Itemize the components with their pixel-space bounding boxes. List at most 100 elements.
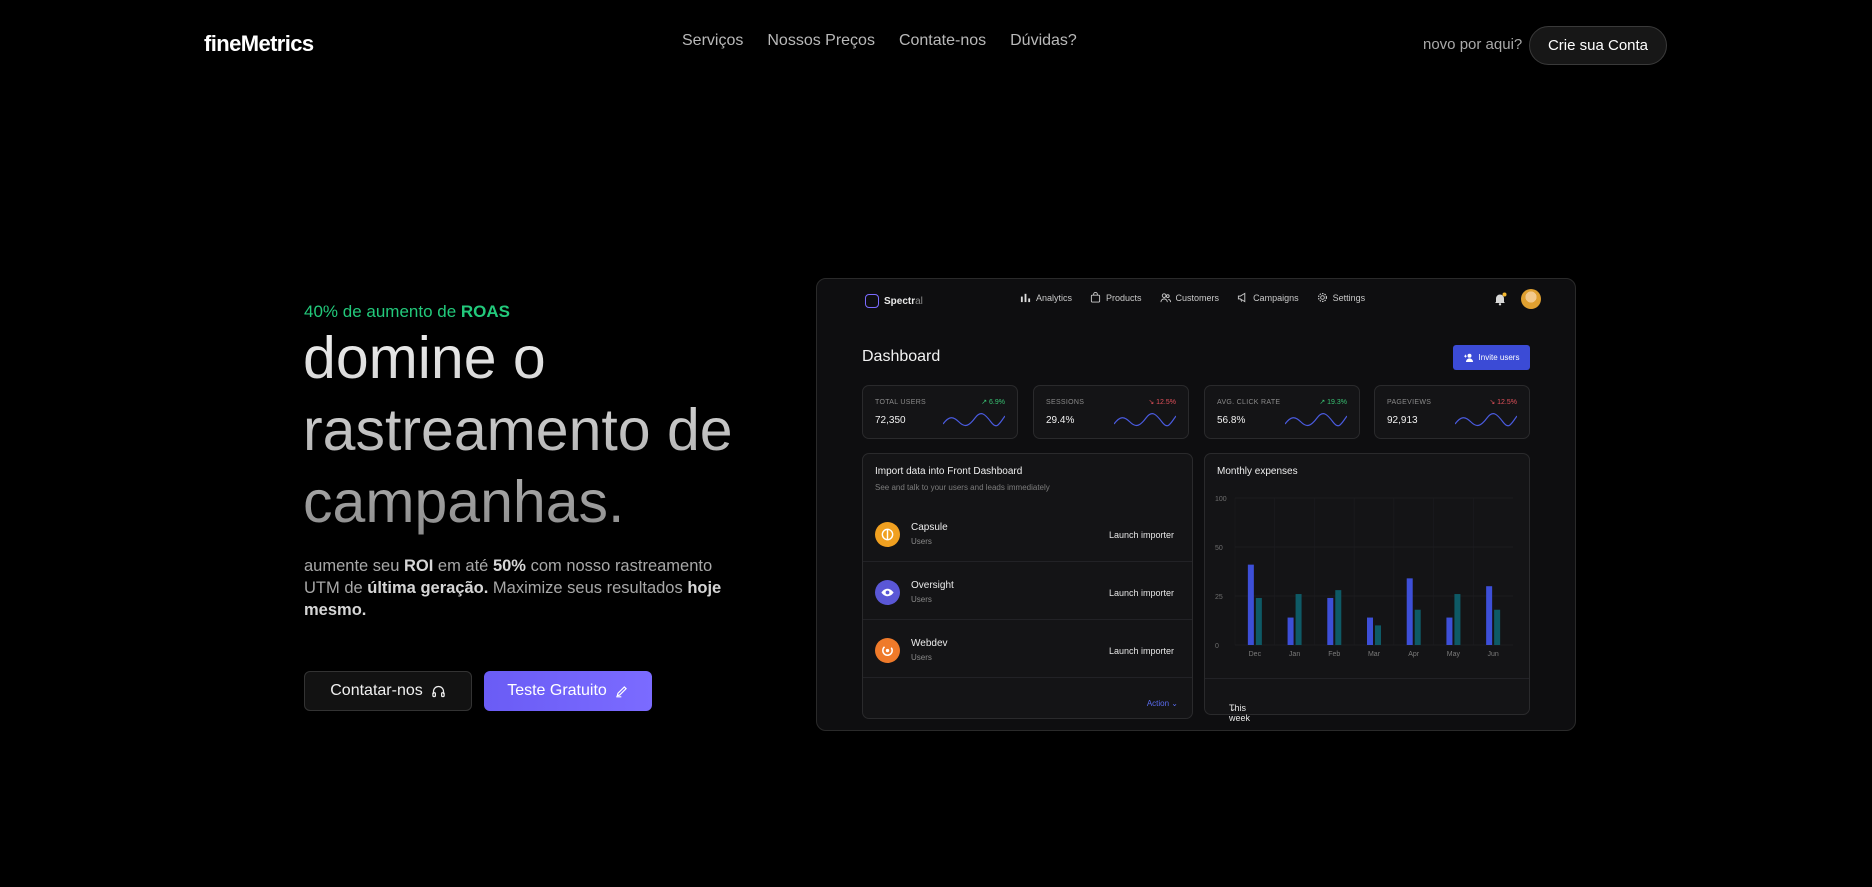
y-tick-label: 100: [1215, 496, 1227, 503]
eye-icon: [875, 580, 900, 605]
list-item: Capsule Users Launch importer: [863, 504, 1192, 562]
stat-change-value: 6.9%: [989, 399, 1005, 406]
avatar[interactable]: [1521, 289, 1541, 309]
dash-tab-label: Customers: [1175, 292, 1220, 303]
action-label: Action: [1146, 699, 1170, 708]
expenses-panel: Monthly expenses 0 25 50 100 Dec Jan Feb Mar Apr…: [1204, 453, 1530, 723]
item-name: Webdev: [911, 638, 948, 649]
stat-label: AVG. CLICK RATE: [1217, 399, 1281, 406]
launch-importer-button[interactable]: Launch importer: [1109, 530, 1174, 540]
gear-icon: [1317, 292, 1327, 303]
x-tick-label: Mar: [1368, 651, 1381, 658]
stat-value: 92,913: [1387, 415, 1418, 426]
dashboard-preview: Spectr al Analytics Products Customers Ca…: [816, 278, 1576, 731]
sub-text: em até: [433, 557, 493, 575]
action-dropdown[interactable]: Action ⌄: [1147, 699, 1178, 708]
invite-users-label: Invite users: [1478, 353, 1520, 362]
nav-link-servicos[interactable]: Serviços: [682, 32, 743, 50]
bar: [1295, 594, 1302, 645]
brand-mark-icon: [865, 294, 879, 308]
pencil-icon: [615, 686, 627, 698]
import-panel: Import data into Front Dashboard See and…: [862, 453, 1193, 719]
bar: [1406, 578, 1413, 645]
trend-up-icon: ↗: [981, 399, 990, 406]
brand-text: Spectr: [884, 295, 916, 307]
nav-link-duvidas[interactable]: Dúvidas?: [1010, 32, 1077, 50]
bar: [1446, 617, 1453, 645]
sparkline: [1114, 413, 1176, 427]
stat-change: ↗ 19.3%: [1319, 398, 1347, 406]
item-name: Capsule: [911, 522, 948, 533]
bar: [1375, 625, 1381, 645]
bell-icon[interactable]: [1493, 292, 1507, 306]
dashboard-title: Dashboard: [862, 348, 941, 365]
bar: [1454, 594, 1461, 645]
y-tick-label: 25: [1215, 594, 1223, 601]
trend-up-icon: ↗: [1319, 399, 1328, 406]
x-tick-label: May: [1447, 651, 1461, 658]
nav-link-contato[interactable]: Contate-nos: [899, 32, 986, 50]
stat-card-sessions: SESSIONS 29.4% ↘ 12.5%: [1033, 385, 1189, 439]
expenses-chart: 0 25 50 100 Dec Jan Feb Mar Apr May Jun: [1215, 496, 1513, 658]
sub-text: Maximize seus resultados: [488, 579, 688, 597]
stat-value: 29.4%: [1046, 415, 1075, 426]
bar: [1367, 617, 1373, 645]
dashboard-brand: Spectr al: [865, 294, 923, 308]
users-icon: [1160, 293, 1171, 303]
bar: [1255, 597, 1262, 645]
dash-tab-customers[interactable]: Customers: [1160, 292, 1220, 303]
item-name: Oversight: [911, 580, 954, 591]
launch-importer-button[interactable]: Launch importer: [1109, 646, 1174, 656]
dash-tab-label: Campaigns: [1253, 292, 1299, 303]
stat-change-value: 12.5%: [1156, 399, 1176, 406]
dash-tab-label: Analytics: [1036, 292, 1073, 303]
nav-links: Serviços Nossos Preços Contate-nos Dúvid…: [682, 32, 1077, 50]
free-trial-button[interactable]: Teste Gratuito: [484, 671, 652, 711]
bar: [1335, 590, 1342, 645]
stat-card-click-rate: AVG. CLICK RATE 56.8% ↗ 19.3%: [1204, 385, 1360, 439]
y-tick-label: 50: [1215, 545, 1223, 552]
logo[interactable]: fineMetrics: [204, 31, 314, 57]
headphones-icon: [432, 685, 445, 697]
launch-importer-button[interactable]: Launch importer: [1109, 588, 1174, 598]
x-tick-label: Dec: [1249, 651, 1262, 658]
x-tick-label: Feb: [1328, 651, 1340, 658]
dash-tab-products[interactable]: Products: [1090, 292, 1142, 303]
dash-tab-campaigns[interactable]: Campaigns: [1237, 292, 1299, 303]
expenses-title: Monthly expenses: [1217, 466, 1298, 477]
dashboard-nav: Analytics Products Customers Campaigns S…: [1020, 292, 1365, 303]
trend-down-icon: ↘: [1489, 399, 1498, 406]
bar: [1414, 609, 1421, 645]
chevron-down-icon: ⌄: [1171, 699, 1178, 708]
contact-button[interactable]: Contatar-nos: [304, 671, 472, 711]
trend-down-icon: ↘: [1148, 399, 1157, 406]
stat-card-total-users: TOTAL USERS 72,350 ↗ 6.9%: [862, 385, 1018, 439]
dash-tab-analytics[interactable]: Analytics: [1020, 292, 1072, 303]
invite-users-button[interactable]: Invite users: [1453, 345, 1530, 370]
expenses-footer: This week ⌄: [1205, 678, 1529, 723]
dash-tab-settings[interactable]: Settings: [1317, 292, 1365, 303]
sparkline: [1285, 413, 1347, 427]
eyebrow-text: 40% de aumento de: [304, 302, 461, 321]
eyebrow-bold: ROAS: [460, 302, 511, 321]
stat-label: PAGEVIEWS: [1387, 399, 1432, 406]
item-tag: Users: [911, 653, 932, 662]
nav-hint: novo por aqui?: [1423, 36, 1523, 53]
list-item: Oversight Users Launch importer: [863, 562, 1192, 620]
bar-chart-icon: [1020, 293, 1031, 303]
list-item: Webdev Users Launch importer: [863, 620, 1192, 678]
import-title: Import data into Front Dashboard: [875, 466, 1023, 477]
nav-link-precos[interactable]: Nossos Preços: [767, 32, 875, 50]
contact-button-label: Contatar-nos: [330, 682, 423, 699]
chevron-down-icon: ⌄: [1229, 703, 1237, 713]
sub-text: aumente seu: [304, 557, 404, 575]
x-tick-label: Jun: [1487, 651, 1498, 658]
hero-eyebrow: 40% de aumento de ROAS: [304, 302, 510, 322]
bar: [1287, 617, 1294, 645]
x-tick-label: Jan: [1289, 651, 1300, 658]
create-account-button[interactable]: Crie sua Conta: [1529, 26, 1667, 65]
stat-change: ↘ 12.5%: [1489, 398, 1517, 406]
brand-text-light: al: [915, 295, 923, 307]
sub-bold: última geração.: [367, 579, 489, 597]
y-tick-label: 0: [1215, 643, 1219, 650]
